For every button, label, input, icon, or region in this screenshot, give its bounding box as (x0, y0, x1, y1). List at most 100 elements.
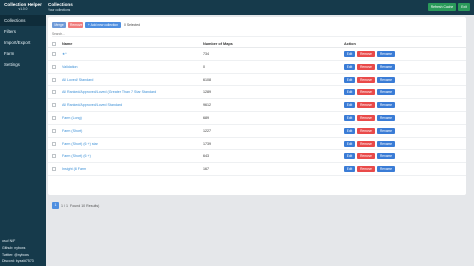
add-collection-button[interactable]: + Add new collection (85, 21, 121, 28)
remove-button[interactable]: Remove (357, 166, 375, 173)
row-checkbox[interactable] (52, 128, 56, 133)
collection-name-link[interactable]: ★* (62, 51, 67, 57)
row-actions: Edit Remove Rename (344, 102, 397, 109)
remove-button[interactable]: Remove (357, 63, 375, 70)
remove-button[interactable]: Remove (357, 102, 375, 109)
collection-name-link[interactable]: All Loved/ Standard (62, 77, 93, 83)
row-actions: Edit Remove Rename (344, 76, 397, 83)
row-actions: Edit Remove Rename (344, 127, 397, 134)
map-count: 689 (203, 115, 209, 120)
column-header-name[interactable]: Name (62, 41, 72, 47)
sidebar-item-filters[interactable]: Filters (0, 26, 46, 37)
table-row: ★* 734 Edit Remove Rename (48, 48, 466, 61)
merge-button[interactable]: Merge (52, 21, 66, 28)
map-count: 1739 (203, 141, 211, 146)
remove-selected-button[interactable]: Remove (68, 21, 83, 28)
table-row: All Ranked/Approved/Loved (Greater Than … (48, 86, 466, 100)
edit-button[interactable]: Edit (344, 51, 355, 57)
rename-button[interactable]: Rename (377, 127, 395, 134)
row-checkbox[interactable] (52, 64, 56, 69)
remove-button[interactable]: Remove (357, 140, 375, 147)
edit-button[interactable]: Edit (344, 127, 355, 134)
row-checkbox[interactable] (52, 115, 56, 120)
app-version: v1.0.0 (18, 7, 28, 11)
table-row: Insight (8 Farm 167 Edit Remove Rename (48, 163, 466, 176)
map-count: 0 (203, 64, 205, 69)
collections-table: Name Number of Maps Action ★* 734 Edit Remo… (48, 40, 466, 176)
table-row: Farm (Short) (6 +) 643 Edit Remove Rename (48, 150, 466, 164)
rename-button[interactable]: Rename (377, 153, 395, 160)
row-checkbox[interactable] (52, 90, 56, 95)
collection-name-link[interactable]: Farm (Long) (62, 115, 82, 121)
sidebar-item-settings[interactable]: Settings (0, 59, 46, 70)
collection-name-link[interactable]: Validation (62, 64, 78, 70)
page-title: Collections (48, 2, 73, 7)
edit-button[interactable]: Edit (344, 166, 355, 173)
rename-button[interactable]: Rename (377, 114, 395, 121)
edit-button[interactable]: Edit (344, 63, 355, 70)
row-checkbox[interactable] (52, 52, 56, 56)
row-actions: Edit Remove Rename (344, 51, 397, 57)
remove-button[interactable]: Remove (357, 76, 375, 83)
table-header: Name Number of Maps Action (48, 40, 466, 48)
page-button-current[interactable]: 1 (52, 202, 59, 209)
edit-button[interactable]: Edit (344, 153, 355, 160)
collection-name-link[interactable]: Farm (Short) (62, 128, 82, 134)
rename-button[interactable]: Rename (377, 51, 395, 57)
rename-button[interactable]: Rename (377, 102, 395, 109)
remove-button[interactable]: Remove (357, 114, 375, 121)
map-count: 643 (203, 154, 209, 159)
edit-button[interactable]: Edit (344, 114, 355, 121)
edit-button[interactable]: Edit (344, 102, 355, 109)
remove-button[interactable]: Remove (357, 89, 375, 96)
collection-name-link[interactable]: Insight (8 Farm (62, 166, 86, 172)
collection-name-link[interactable]: Farm (Short) (6 +) star (62, 141, 98, 147)
top-bar: Collections Your collections Refresh Cac… (46, 0, 474, 15)
rename-button[interactable]: Rename (377, 63, 395, 70)
rename-button[interactable]: Rename (377, 140, 395, 147)
toolbar: Merge Remove + Add new collection 0 Sele… (52, 21, 140, 28)
app-header: Collection Helper v1.0.0 (0, 0, 46, 15)
row-checkbox[interactable] (52, 103, 56, 108)
collection-name-link[interactable]: All Ranked/Approved/Loved Standard (62, 102, 122, 108)
row-checkbox[interactable] (52, 141, 56, 146)
footer-twitter: Twitter: @nyboxs (2, 252, 29, 257)
pagination: 1 1 / 1 Found 10 Results) (52, 202, 99, 209)
row-actions: Edit Remove Rename (344, 63, 397, 70)
remove-button[interactable]: Remove (357, 51, 375, 57)
select-all-checkbox[interactable] (52, 41, 56, 46)
table-row: All Loved/ Standard 6108 Edit Remove Rename (48, 74, 466, 87)
sidebar-item-import-export[interactable]: Import/Export (0, 37, 46, 48)
rename-button[interactable]: Rename (377, 89, 395, 96)
edit-button[interactable]: Edit (344, 76, 355, 83)
exit-button[interactable]: Exit (458, 3, 470, 11)
selected-count: 0 Selected (124, 22, 141, 27)
sidebar-item-farm[interactable]: Farm (0, 48, 46, 59)
footer-osu: osu! N/F (2, 239, 16, 243)
collection-name-link[interactable]: All Ranked/Approved/Loved (Greater Than … (62, 89, 156, 95)
map-count: 1227 (203, 128, 211, 133)
page-subtitle: Your collections (48, 8, 71, 12)
row-checkbox[interactable] (52, 77, 56, 82)
row-checkbox[interactable] (52, 167, 56, 172)
remove-button[interactable]: Remove (357, 153, 375, 160)
column-header-action: Action (344, 42, 356, 46)
rename-button[interactable]: Rename (377, 76, 395, 83)
search-input[interactable] (52, 32, 462, 37)
sidebar-item-collections[interactable]: Collections (0, 15, 46, 26)
edit-button[interactable]: Edit (344, 89, 355, 96)
refresh-cache-button[interactable]: Refresh Cache (428, 3, 456, 11)
collection-name-link[interactable]: Farm (Short) (6 +) (62, 153, 91, 159)
footer-discord: Discord: byzai#7573 (2, 259, 34, 264)
edit-button[interactable]: Edit (344, 140, 355, 147)
rename-button[interactable]: Rename (377, 166, 395, 173)
table-row: Validation 0 Edit Remove Rename (48, 61, 466, 74)
map-count: 167 (203, 167, 209, 172)
column-header-count[interactable]: Number of Maps (203, 41, 233, 47)
map-count: 1289 (203, 90, 211, 95)
row-checkbox[interactable] (52, 154, 56, 159)
map-count: 734 (203, 52, 209, 56)
collections-card: Merge Remove + Add new collection 0 Sele… (48, 17, 466, 209)
remove-button[interactable]: Remove (357, 127, 375, 134)
page-info: 1 / 1 (61, 203, 68, 208)
